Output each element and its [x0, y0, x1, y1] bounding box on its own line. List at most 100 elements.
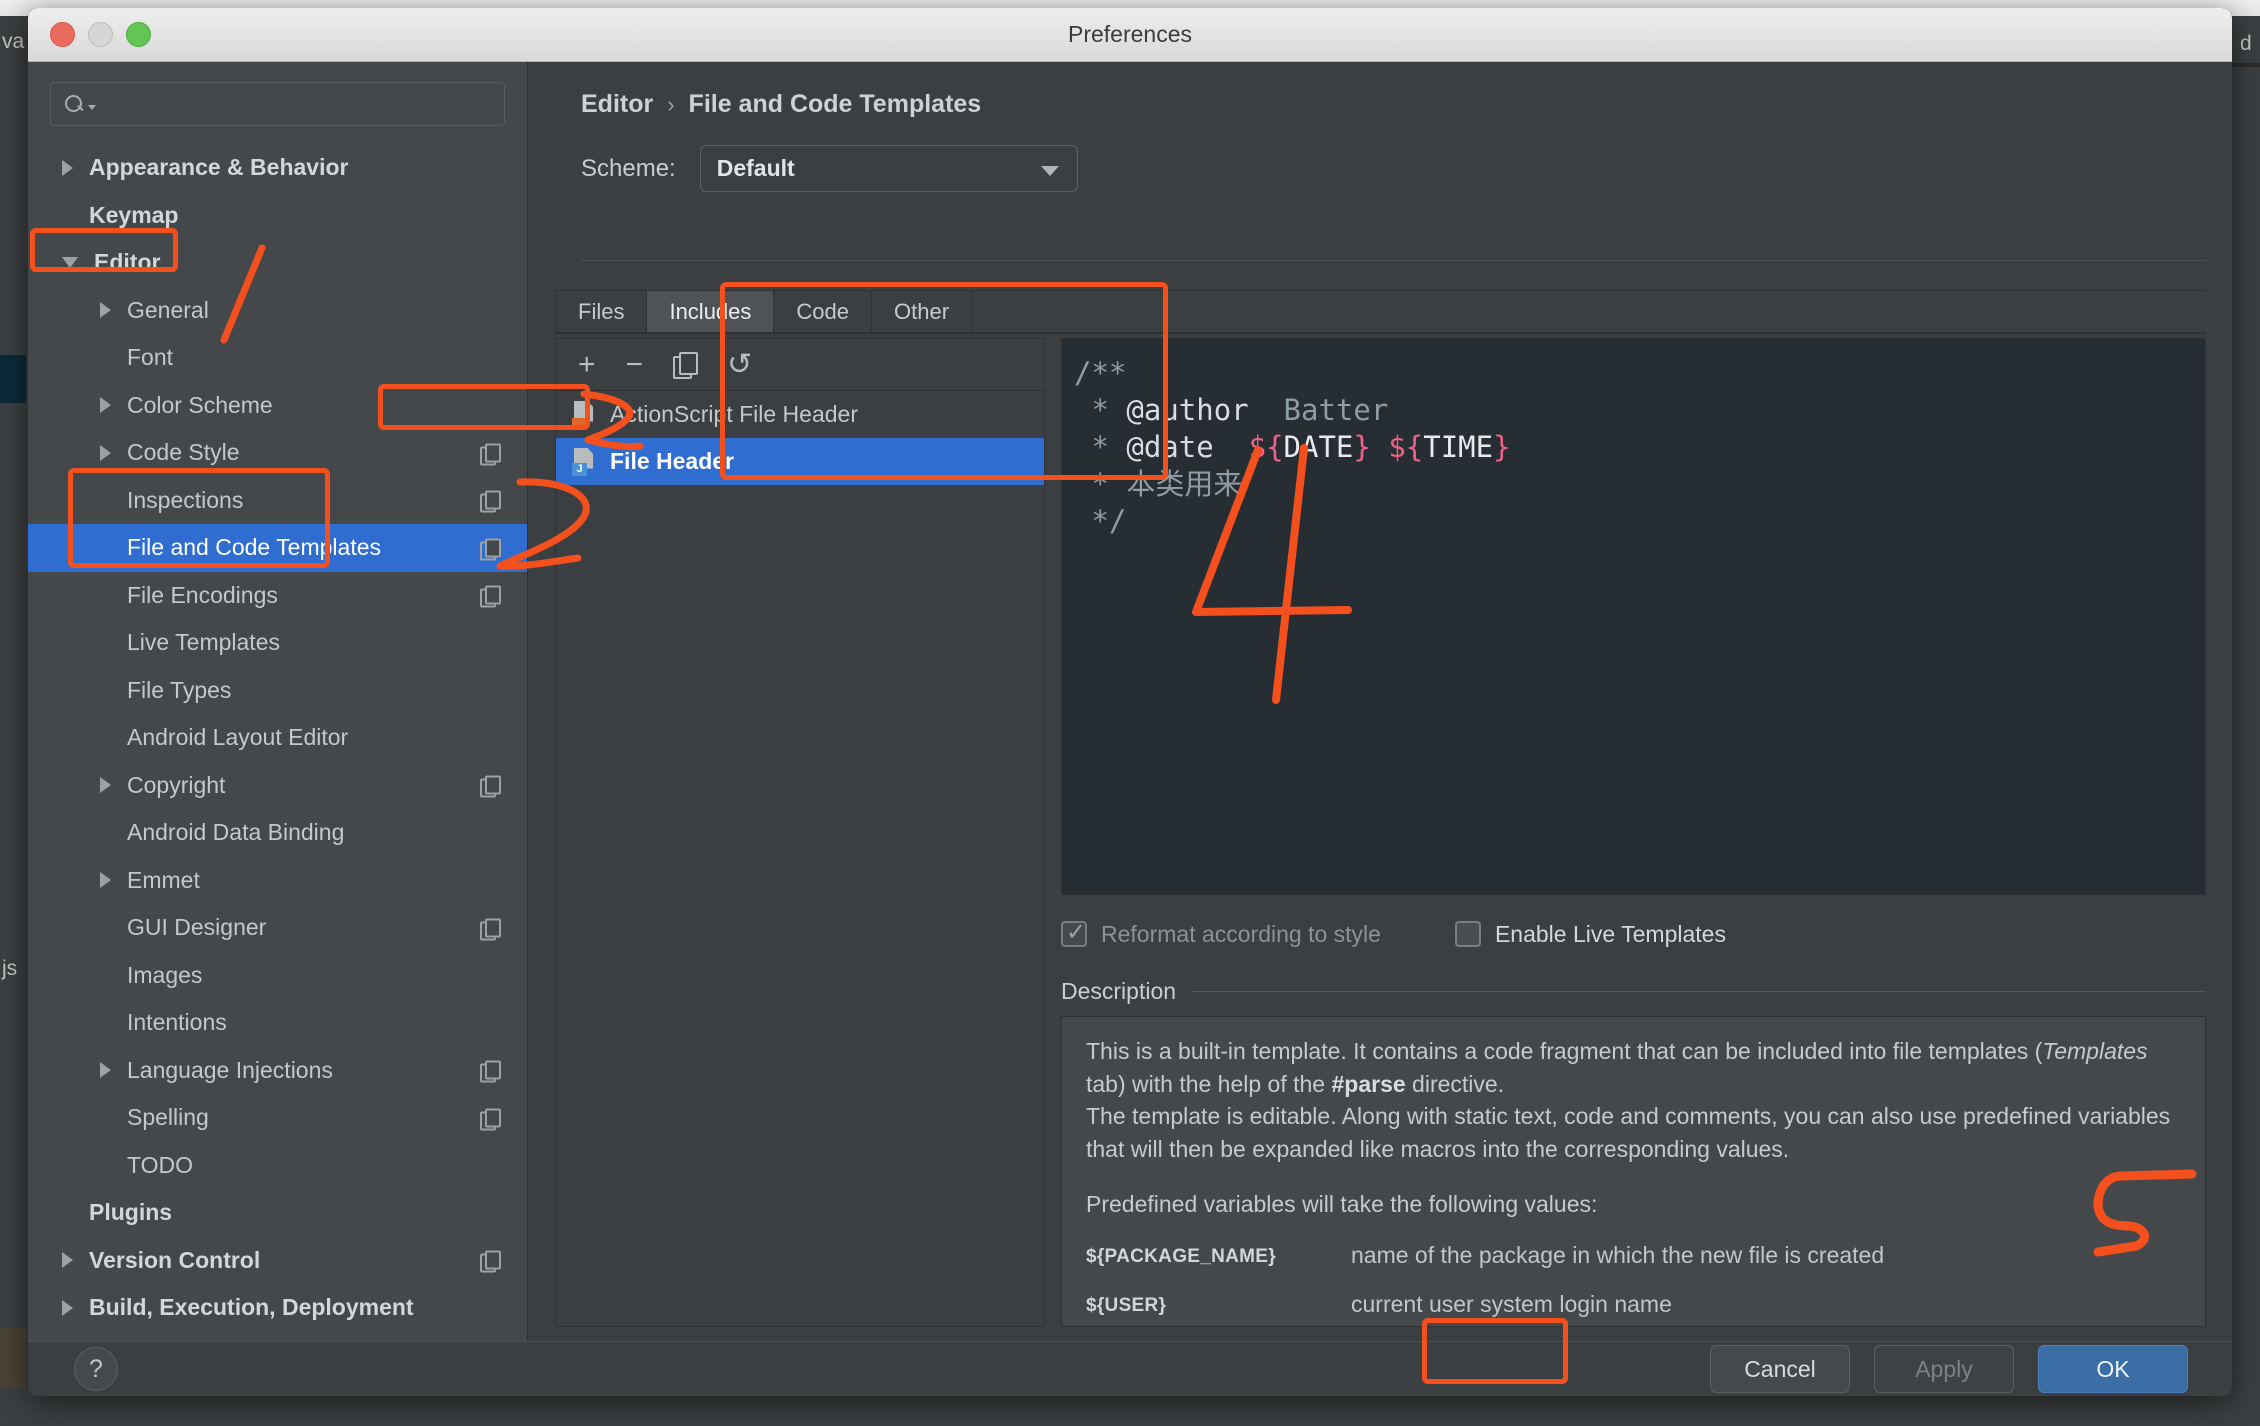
- sidebar-item-intentions[interactable]: Intentions: [28, 999, 527, 1047]
- sidebar-item-editor[interactable]: Editor: [28, 239, 527, 287]
- sidebar-item-general[interactable]: General: [28, 287, 527, 335]
- sidebar-item-color-scheme[interactable]: Color Scheme: [28, 382, 527, 430]
- template-list-item[interactable]: ActionScript File Header: [556, 391, 1044, 438]
- code-token: }: [1353, 430, 1370, 464]
- copy-settings-icon[interactable]: [480, 918, 499, 937]
- background-tab-highlight: [0, 355, 26, 403]
- code-line: * @date ${DATE} ${TIME}: [1074, 429, 2205, 466]
- sidebar-item-appearance-behavior[interactable]: Appearance & Behavior: [28, 144, 527, 192]
- code-token: ${: [1249, 430, 1284, 464]
- chevron-right-icon[interactable]: [100, 445, 111, 461]
- chevron-right-icon[interactable]: [100, 397, 111, 413]
- chevron-right-icon[interactable]: [100, 1062, 111, 1078]
- sidebar-item-label: Android Data Binding: [127, 819, 344, 846]
- copy-settings-icon[interactable]: [480, 491, 499, 510]
- sidebar-item-emmet[interactable]: Emmet: [28, 857, 527, 905]
- sidebar-item-version-control[interactable]: Version Control: [28, 1237, 527, 1285]
- code-line: /**: [1074, 355, 2205, 392]
- enable-live-templates-checkbox[interactable]: [1455, 921, 1481, 947]
- copy-settings-icon[interactable]: [480, 776, 499, 795]
- scheme-row: Scheme: Default: [529, 119, 2232, 192]
- scheme-select[interactable]: Default: [700, 145, 1078, 192]
- copy-settings-icon[interactable]: [480, 1251, 499, 1270]
- template-list[interactable]: ActionScript File HeaderJFile Header: [556, 391, 1044, 485]
- cancel-button[interactable]: Cancel: [1710, 1345, 1850, 1393]
- search-input[interactable]: [50, 82, 505, 126]
- sidebar-item-gui-designer[interactable]: GUI Designer: [28, 904, 527, 952]
- live-templates-checkbox-group[interactable]: Enable Live Templates: [1455, 921, 1726, 948]
- sidebar-item-android-layout-editor[interactable]: Android Layout Editor: [28, 714, 527, 762]
- sidebar-item-language-injections[interactable]: Language Injections: [28, 1047, 527, 1095]
- sidebar-item-label: Font: [127, 344, 173, 371]
- sidebar-item-spelling[interactable]: Spelling: [28, 1094, 527, 1142]
- description-paragraph-1: This is a built-in template. It contains…: [1086, 1035, 2181, 1100]
- description-rule: [1192, 991, 2206, 992]
- template-list-panel: + − ↺ ActionScript File HeaderJFile Head…: [555, 338, 1045, 1327]
- background-text-left-bottom: js: [2, 957, 17, 981]
- copy-template-icon[interactable]: [673, 352, 697, 378]
- template-list-item-label: File Header: [610, 448, 734, 475]
- code-token: TIME: [1423, 430, 1493, 464]
- tab-code[interactable]: Code: [774, 290, 872, 332]
- sidebar-item-file-types[interactable]: File Types: [28, 667, 527, 715]
- sidebar-item-label: Version Control: [89, 1247, 260, 1274]
- sidebar-item-images[interactable]: Images: [28, 952, 527, 1000]
- code-token: 本类用来: [1126, 467, 1242, 501]
- desc-p1-a: This is a built-in template. It contains…: [1086, 1038, 2042, 1064]
- sidebar-item-build-execution-deployment[interactable]: Build, Execution, Deployment: [28, 1284, 527, 1332]
- settings-tree[interactable]: Appearance & Behavior Keymap Editor General…: [28, 144, 527, 1341]
- chevron-right-icon[interactable]: [100, 302, 111, 318]
- chevron-down-icon[interactable]: [62, 257, 78, 268]
- reset-template-button[interactable]: ↺: [727, 347, 752, 382]
- copy-settings-icon[interactable]: [480, 538, 499, 557]
- sidebar-item-android-data-binding[interactable]: Android Data Binding: [28, 809, 527, 857]
- tab-includes[interactable]: Includes: [647, 290, 774, 332]
- chevron-right-icon[interactable]: [62, 1300, 73, 1316]
- reformat-checkbox[interactable]: [1061, 921, 1087, 947]
- breadcrumb-parent[interactable]: Editor: [581, 90, 653, 119]
- sidebar-item-live-templates[interactable]: Live Templates: [28, 619, 527, 667]
- sidebar-item-label: Editor: [94, 249, 160, 276]
- help-button[interactable]: ?: [74, 1347, 118, 1391]
- description-variable-desc: name of the package in which the new fil…: [1351, 1242, 1884, 1269]
- code-token: [1214, 430, 1249, 464]
- sidebar-item-keymap[interactable]: Keymap: [28, 192, 527, 240]
- code-token: /**: [1074, 356, 1126, 390]
- chevron-right-icon[interactable]: [62, 160, 73, 176]
- template-tabs[interactable]: FilesIncludesCodeOther: [555, 290, 2206, 332]
- copy-settings-icon[interactable]: [480, 1108, 499, 1127]
- chevron-right-icon[interactable]: [100, 872, 111, 888]
- description-variables-intro: Predefined variables will take the follo…: [1086, 1188, 2181, 1221]
- sidebar-item-label: Appearance & Behavior: [89, 154, 348, 181]
- sidebar-item-label: Build, Execution, Deployment: [89, 1294, 414, 1321]
- sidebar-item-file-and-code-templates[interactable]: File and Code Templates: [28, 524, 527, 572]
- sidebar-item-inspections[interactable]: Inspections: [28, 477, 527, 525]
- remove-template-button[interactable]: −: [626, 350, 644, 380]
- desc-p1-bold: #parse: [1332, 1071, 1406, 1097]
- sidebar-item-code-style[interactable]: Code Style: [28, 429, 527, 477]
- desc-p1-b: tab) with the help of the: [1086, 1071, 1332, 1097]
- sidebar-item-font[interactable]: Font: [28, 334, 527, 382]
- reformat-checkbox-group[interactable]: Reformat according to style: [1061, 921, 1381, 948]
- sidebar-item-label: Keymap: [89, 202, 178, 229]
- code-line: * 本类用来: [1074, 466, 2205, 503]
- copy-settings-icon[interactable]: [480, 443, 499, 462]
- background-text-right: d: [2240, 32, 2252, 56]
- sidebar-item-plugins[interactable]: Plugins: [28, 1189, 527, 1237]
- ok-button[interactable]: OK: [2038, 1345, 2188, 1393]
- chevron-right-icon[interactable]: [100, 777, 111, 793]
- code-token: DATE: [1284, 430, 1354, 464]
- copy-settings-icon[interactable]: [480, 1061, 499, 1080]
- add-template-button[interactable]: +: [578, 350, 596, 380]
- sidebar-item-copyright[interactable]: Copyright: [28, 762, 527, 810]
- tab-files[interactable]: Files: [555, 290, 647, 332]
- template-code-editor[interactable]: /** * @author Batter * @date ${DATE} ${T…: [1061, 338, 2206, 895]
- sidebar-item-file-encodings[interactable]: File Encodings: [28, 572, 527, 620]
- chevron-right-icon[interactable]: [62, 1252, 73, 1268]
- copy-settings-icon[interactable]: [480, 586, 499, 605]
- template-list-item[interactable]: JFile Header: [556, 438, 1044, 485]
- file-icon-actionscript: [572, 401, 596, 429]
- tab-other[interactable]: Other: [872, 290, 972, 332]
- sidebar-item-todo[interactable]: TODO: [28, 1142, 527, 1190]
- sidebar-item-label: File and Code Templates: [127, 534, 381, 561]
